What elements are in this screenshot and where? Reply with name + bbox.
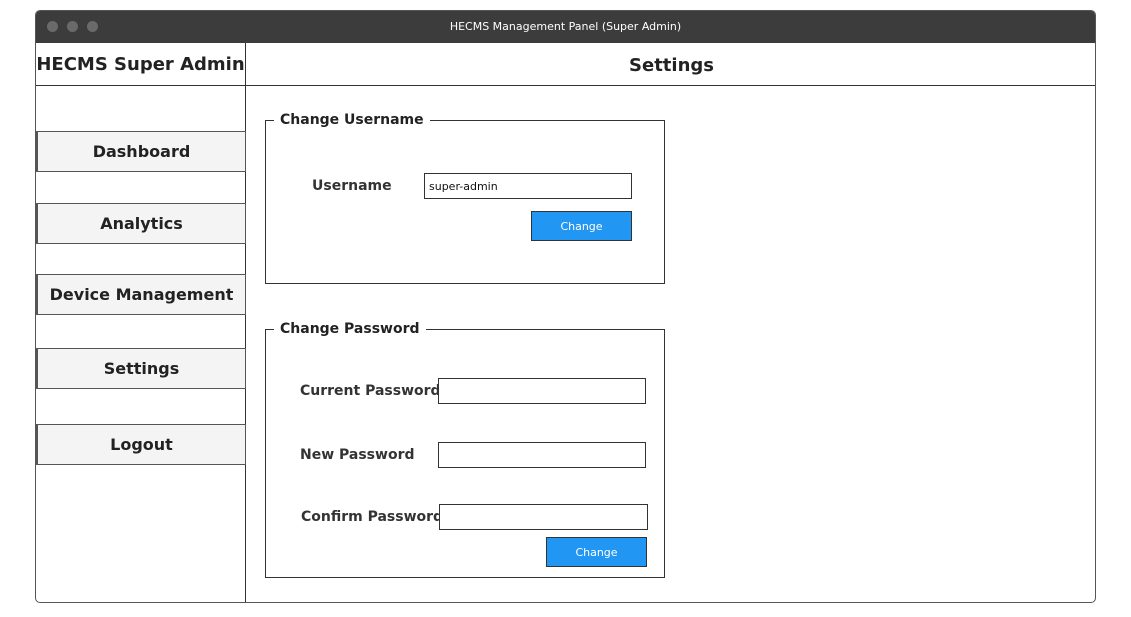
- change-username-section: Change Username Username Change: [265, 112, 665, 284]
- username-label: Username: [312, 178, 392, 194]
- username-input[interactable]: [424, 173, 632, 199]
- title-bar: HECMS Management Panel (Super Admin): [36, 11, 1095, 43]
- change-username-legend: Change Username: [280, 112, 424, 128]
- confirm-password-input[interactable]: [439, 504, 648, 530]
- sidebar: HECMS Super Admin Dashboard Analytics De…: [36, 43, 246, 602]
- sidebar-item-device-management[interactable]: Device Management: [36, 274, 246, 315]
- change-password-button[interactable]: Change: [546, 537, 647, 567]
- sidebar-item-dashboard[interactable]: Dashboard: [36, 131, 246, 172]
- page-title: Settings: [246, 43, 1095, 86]
- change-password-section: Change Password Current Password New Pas…: [265, 321, 665, 578]
- current-password-input[interactable]: [438, 378, 646, 404]
- current-password-label: Current Password: [300, 383, 441, 399]
- confirm-password-label: Confirm Password: [301, 509, 444, 525]
- change-password-legend: Change Password: [280, 321, 420, 337]
- change-username-button[interactable]: Change: [531, 211, 632, 241]
- brand-title: HECMS Super Admin: [36, 43, 245, 86]
- new-password-input[interactable]: [438, 442, 646, 468]
- app-window: HECMS Management Panel (Super Admin) HEC…: [35, 10, 1096, 603]
- window-title: HECMS Management Panel (Super Admin): [449, 20, 682, 33]
- sidebar-item-logout[interactable]: Logout: [36, 424, 246, 465]
- sidebar-item-analytics[interactable]: Analytics: [36, 203, 246, 244]
- new-password-label: New Password: [300, 447, 415, 463]
- sidebar-item-settings[interactable]: Settings: [36, 348, 246, 389]
